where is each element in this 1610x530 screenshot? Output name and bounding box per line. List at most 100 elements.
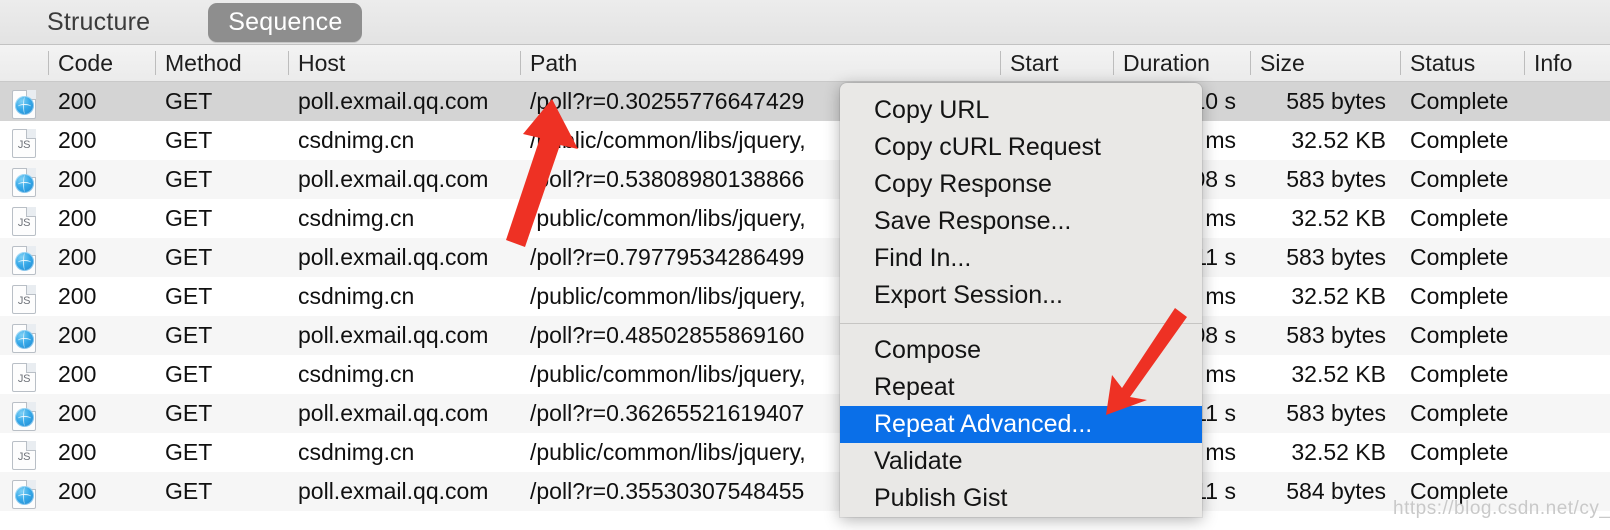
view-mode-tabbar: Structure Sequence [0, 0, 1610, 45]
column-header-start[interactable]: Start [1000, 45, 1113, 81]
cell-size: 32.52 KB [1291, 361, 1386, 387]
page-fold-corner [26, 207, 36, 217]
column-header-info[interactable]: Info [1524, 45, 1610, 81]
globe-icon [12, 246, 36, 275]
cell-host: csdnimg.cn [298, 205, 415, 231]
cell-host: poll.exmail.qq.com [298, 244, 489, 270]
column-header-status[interactable]: Status [1400, 45, 1524, 81]
cell-info [1524, 394, 1610, 433]
column-header-host[interactable]: Host [288, 45, 520, 81]
tab-sequence[interactable]: Sequence [208, 2, 363, 42]
cell-host: poll.exmail.qq.com [298, 166, 489, 192]
column-header-code[interactable]: Code [48, 45, 155, 81]
cell-code: 200 [58, 127, 97, 153]
table-row[interactable]: 200 GET poll.exmail.qq.com/poll?r=0.538089… [0, 160, 1610, 199]
cell-size: 32.52 KB [1291, 205, 1386, 231]
cell-method: GET [165, 478, 213, 504]
cell-host: poll.exmail.qq.com [298, 478, 489, 504]
cell-method: GET [165, 244, 213, 270]
menu-item-find-in[interactable]: Find In... [840, 240, 1202, 277]
menu-item-export-session[interactable]: Export Session... [840, 277, 1202, 314]
cell-size: 32.52 KB [1291, 439, 1386, 465]
menu-item-compose[interactable]: Compose [840, 332, 1202, 369]
page-fold-corner [26, 363, 36, 373]
cell-info [1524, 316, 1610, 355]
menu-item-validate[interactable]: Validate [840, 443, 1202, 480]
cell-method: GET [165, 361, 213, 387]
watermark: https://blog.csdn.net/cy_0729 [1393, 498, 1610, 519]
cell-host: poll.exmail.qq.com [298, 322, 489, 348]
cell-code: 200 [58, 166, 97, 192]
column-header-method[interactable]: Method [155, 45, 288, 81]
cell-size: 32.52 KB [1291, 127, 1386, 153]
cell-host: poll.exmail.qq.com [298, 400, 489, 426]
cell-info [1524, 160, 1610, 199]
table-row[interactable]: JS 200 GET csdnimg.cn/public/common/libs/jq… [0, 121, 1610, 160]
globe-icon [12, 90, 36, 119]
globe-icon [12, 402, 36, 431]
globe-glyph [15, 486, 34, 505]
column-header-path[interactable]: Path [520, 45, 1000, 81]
globe-glyph [15, 408, 34, 427]
context-menu[interactable]: Copy URL Copy cURL Request Copy Response Sa… [840, 83, 1202, 517]
globe-glyph [15, 330, 34, 349]
menu-item-save-response[interactable]: Save Response... [840, 203, 1202, 240]
menu-item-repeat[interactable]: Repeat [840, 369, 1202, 406]
menu-separator [840, 323, 1202, 324]
cell-status: Complete [1410, 244, 1509, 270]
cell-method: GET [165, 127, 213, 153]
cell-size: 585 bytes [1286, 88, 1386, 114]
cell-status: Complete [1410, 127, 1509, 153]
cell-code: 200 [58, 88, 97, 114]
cell-size: 584 bytes [1286, 478, 1386, 504]
cell-method: GET [165, 439, 213, 465]
cell-info [1524, 433, 1610, 472]
menu-item-copy-curl-request[interactable]: Copy cURL Request [840, 129, 1202, 166]
cell-status: Complete [1410, 361, 1509, 387]
js-label: JS [17, 139, 31, 151]
js-label: JS [17, 373, 31, 385]
cell-method: GET [165, 88, 213, 114]
cell-method: GET [165, 205, 213, 231]
page-fold-corner [26, 129, 36, 139]
cell-code: 200 [58, 205, 97, 231]
table-row[interactable]: JS 200 GET csdnimg.cn/public/common/libs/jq… [0, 355, 1610, 394]
cell-size: 583 bytes [1286, 244, 1386, 270]
table-row[interactable]: JS 200 GET csdnimg.cn/public/common/libs/jq… [0, 199, 1610, 238]
tab-structure[interactable]: Structure [27, 3, 170, 42]
cell-info [1524, 199, 1610, 238]
menu-item-publish-gist[interactable]: Publish Gist [840, 480, 1202, 517]
menu-item-copy-url[interactable]: Copy URL [840, 92, 1202, 129]
table-row[interactable]: 200 GET poll.exmail.qq.com/poll?r=0.797795… [0, 238, 1610, 277]
js-label: JS [17, 217, 31, 229]
cell-size: 32.52 KB [1291, 283, 1386, 309]
cell-host: csdnimg.cn [298, 283, 415, 309]
cell-method: GET [165, 166, 213, 192]
column-header-size[interactable]: Size [1250, 45, 1400, 81]
cell-code: 200 [58, 400, 97, 426]
cell-host: csdnimg.cn [298, 127, 415, 153]
cell-size: 583 bytes [1286, 400, 1386, 426]
table-row[interactable]: JS 200 GET csdnimg.cn/public/common/libs/jq… [0, 433, 1610, 472]
table-row[interactable]: 200 GET poll.exmail.qq.com/poll?r=0.485028… [0, 316, 1610, 355]
table-row[interactable]: 200 GET poll.exmail.qq.com/poll?r=0.355303… [0, 472, 1610, 511]
cell-code: 200 [58, 283, 97, 309]
cell-status: Complete [1410, 166, 1509, 192]
cell-host: csdnimg.cn [298, 439, 415, 465]
column-header-duration[interactable]: Duration [1113, 45, 1250, 81]
table-row[interactable]: 200 GET poll.exmail.qq.com/poll?r=0.302557… [0, 82, 1610, 121]
globe-icon [12, 324, 36, 353]
cell-status: Complete [1410, 322, 1509, 348]
cell-status: Complete [1410, 205, 1509, 231]
cell-code: 200 [58, 322, 97, 348]
session-table-body[interactable]: 200 GET poll.exmail.qq.com/poll?r=0.302557… [0, 82, 1610, 530]
cell-code: 200 [58, 439, 97, 465]
globe-icon [12, 480, 36, 509]
table-row[interactable]: 200 GET poll.exmail.qq.com/poll?r=0.362655… [0, 394, 1610, 433]
table-row[interactable]: JS 200 GET csdnimg.cn/public/common/libs/jq… [0, 277, 1610, 316]
cell-status: Complete [1410, 88, 1509, 114]
menu-item-copy-response[interactable]: Copy Response [840, 166, 1202, 203]
cell-info [1524, 355, 1610, 394]
menu-item-repeat-advanced[interactable]: Repeat Advanced... [840, 406, 1202, 443]
js-label: JS [17, 451, 31, 463]
